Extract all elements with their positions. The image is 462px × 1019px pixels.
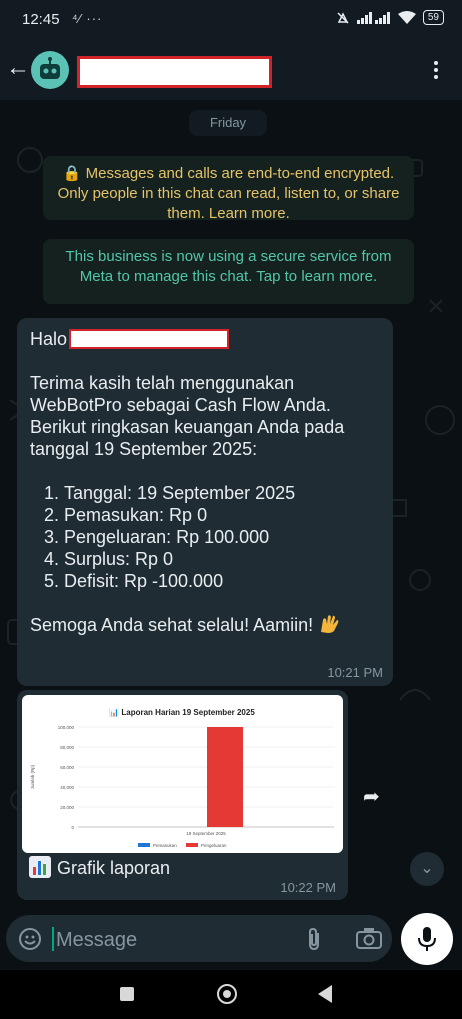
date-chip: Friday — [189, 110, 267, 136]
message-greeting: Halo — [30, 329, 68, 349]
arrow-left-icon[interactable]: ← — [6, 54, 30, 82]
sticker-icon[interactable] — [18, 927, 42, 951]
message-input[interactable] — [54, 925, 298, 955]
chevrons-down-icon: ⌄ — [420, 860, 434, 877]
avatar[interactable] — [31, 51, 69, 89]
wifi-icon — [397, 10, 416, 24]
message-intro: Terima kasih telah menggunakan WebBotPro… — [30, 373, 345, 459]
y-axis-label: Jumlah (Rp) — [30, 764, 35, 789]
bar-pengeluaran — [207, 727, 243, 827]
message-time: 10:22 PM — [280, 880, 336, 895]
contact-name-redacted[interactable] — [77, 56, 272, 88]
scroll-down-button[interactable]: ⌄ — [410, 852, 444, 886]
list-item: Pemasukan: Rp 0 — [64, 504, 385, 526]
status-bar: 12:45 ⁴⁄ ··· 59 — [0, 0, 462, 40]
signal-icon — [356, 11, 390, 24]
y-tick-label: 20,000 — [60, 805, 74, 810]
list-item: Tanggal: 19 September 2025 — [64, 482, 385, 504]
chart-title: 📊 Laporan Harian 19 September 2025 — [109, 707, 255, 717]
system-nav-bar — [0, 970, 462, 1019]
home-icon[interactable] — [217, 984, 237, 1004]
message-closing: Semoga Anda sehat selalu! Aamiin! — [30, 615, 314, 635]
encryption-notice[interactable]: 🔒 Messages and calls are end-to-end encr… — [43, 156, 414, 222]
list-item: Defisit: Rp -100.000 — [64, 570, 385, 592]
back-icon[interactable] — [318, 985, 332, 1003]
legend-swatch — [138, 843, 150, 847]
recents-icon[interactable] — [120, 987, 134, 1001]
battery-icon: 59 — [422, 10, 444, 25]
bar-chart-icon — [29, 856, 51, 878]
business-notice-text: This business is now using a secure serv… — [65, 248, 392, 285]
robot-icon — [40, 57, 60, 79]
chart-image[interactable]: 📊 Laporan Harian 19 September 2025 0 20,00… — [22, 695, 343, 853]
chat-area[interactable]: Friday 🔒 Messages and calls are end-to-e… — [0, 100, 462, 913]
y-tick-label: 60,000 — [60, 765, 74, 770]
image-message-bubble[interactable]: 📊 Laporan Harian 19 September 2025 0 20,00… — [17, 690, 348, 900]
list-item: Pengeluaran: Rp 100.000 — [64, 526, 385, 548]
message-input-bar — [6, 915, 392, 962]
legend-swatch — [186, 843, 198, 847]
y-tick-label: 0 — [71, 825, 74, 830]
list-item: Surplus: Rp 0 — [64, 548, 385, 570]
chat-header: ← — [0, 40, 462, 100]
message-bubble[interactable]: Halo Terima kasih telah menggunakan WebB… — [17, 318, 393, 686]
raised-hands-icon — [321, 615, 339, 633]
y-tick-label: 100,000 — [58, 725, 75, 730]
image-caption: Grafik laporan — [57, 858, 171, 878]
summary-list: Tanggal: 19 September 2025 Pemasukan: Rp… — [30, 482, 385, 592]
bar-chart: 📊 Laporan Harian 19 September 2025 0 20,00… — [30, 707, 334, 848]
encryption-notice-text: 🔒 Messages and calls are end-to-end encr… — [57, 165, 400, 222]
paperclip-icon[interactable] — [304, 927, 324, 951]
business-notice[interactable]: This business is now using a secure serv… — [43, 239, 414, 304]
y-tick-label: 40,000 — [60, 785, 74, 790]
more-vertical-icon[interactable] — [434, 58, 440, 82]
forward-icon[interactable]: ➦ — [363, 784, 380, 809]
voice-record-button[interactable] — [401, 913, 453, 965]
signal-off-icon — [337, 11, 349, 24]
legend-label: Pengeluaran — [201, 843, 227, 848]
status-notification-icons: ⁴⁄ ··· — [72, 11, 103, 26]
recipient-name-redacted — [69, 329, 230, 349]
y-tick-label: 80,000 — [60, 745, 74, 750]
message-time: 10:21 PM — [327, 665, 383, 680]
composer — [0, 913, 462, 970]
x-tick-label: 19 September 2025 — [186, 831, 226, 836]
mic-icon — [418, 927, 436, 951]
camera-icon[interactable] — [356, 927, 382, 949]
status-time: 12:45 — [22, 11, 60, 28]
legend-label: Pemasukan — [153, 843, 177, 848]
